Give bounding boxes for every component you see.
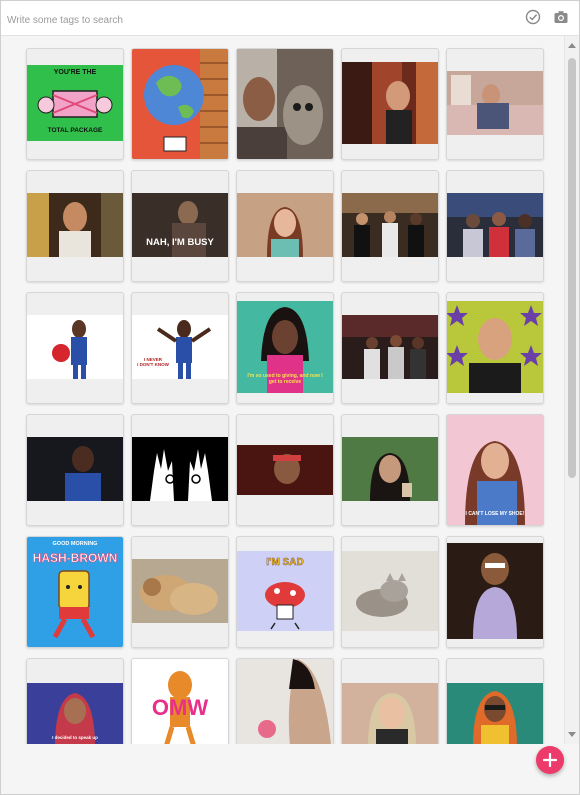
gif-tile[interactable] <box>446 48 544 160</box>
gif-caption: I'm so used to giving, and now I get to … <box>247 373 323 385</box>
gif-tile[interactable] <box>26 414 124 526</box>
gif-caption-main: HASH-BROWN <box>32 551 118 566</box>
gif-tile[interactable] <box>236 48 334 160</box>
gif-caption: I decided to speak up <box>52 735 98 740</box>
search-bar <box>1 1 579 36</box>
gif-caption-top: GOOD MORNING <box>52 541 98 547</box>
gif-caption-top: YOU'RE THE <box>53 69 97 76</box>
gif-thumbnail: OMW <box>132 659 228 744</box>
gif-tile[interactable] <box>446 170 544 282</box>
search-input[interactable] <box>5 10 489 30</box>
gif-thumbnail <box>447 301 543 393</box>
gif-thumbnail <box>447 543 543 639</box>
gif-tile[interactable]: GOOD MORNING HASH-BROWN <box>26 536 124 648</box>
gif-caption: NAH, I'M BUSY <box>146 237 214 248</box>
gif-tile[interactable] <box>341 536 439 648</box>
gif-thumbnail <box>27 193 123 257</box>
scroll-up-arrow-icon[interactable] <box>568 43 576 48</box>
gif-tile[interactable] <box>26 292 124 404</box>
gif-caption: I NEVER I DON'T KNOW <box>137 357 169 368</box>
gif-thumbnail <box>132 559 228 623</box>
gif-tile[interactable]: I'm so used to giving, and now I get to … <box>236 292 334 404</box>
gif-tile[interactable] <box>446 658 544 744</box>
gif-thumbnail <box>342 551 438 631</box>
gif-tile[interactable] <box>26 170 124 282</box>
gif-tile[interactable]: I'M SAD <box>236 536 334 648</box>
gif-thumbnail <box>237 49 333 159</box>
gif-tile[interactable] <box>341 170 439 282</box>
gif-thumbnail: YOU'RE THE TOTAL PACKAGE <box>27 65 123 141</box>
gif-caption-bottom: TOTAL PACKAGE <box>47 127 103 134</box>
gif-caption: I'M SAD <box>266 557 304 568</box>
gif-thumbnail <box>132 437 228 501</box>
check-circle-icon[interactable] <box>523 7 543 27</box>
gif-thumbnail <box>27 315 123 379</box>
gif-tile[interactable] <box>341 292 439 404</box>
gif-tile[interactable] <box>341 658 439 744</box>
gif-caption: I CAN'T LOSE MY SHOE! <box>465 511 525 517</box>
gif-thumbnail <box>447 193 543 257</box>
gif-tile[interactable] <box>131 536 229 648</box>
gif-thumbnail <box>27 437 123 501</box>
scroll-down-arrow-icon[interactable] <box>568 732 576 737</box>
camera-icon[interactable] <box>551 7 571 27</box>
gif-thumbnail: I NEVER I DON'T KNOW <box>132 315 228 379</box>
gif-thumbnail <box>342 437 438 501</box>
gif-thumbnail <box>237 445 333 495</box>
gif-tile[interactable]: NAH, I'M BUSY <box>131 170 229 282</box>
gif-grid: YOU'RE THE TOTAL PACKAGE NAH, I'M BUSY I… <box>1 36 563 744</box>
gif-thumbnail: GOOD MORNING HASH-BROWN <box>27 537 123 647</box>
gif-tile[interactable] <box>131 48 229 160</box>
gif-tile[interactable] <box>341 414 439 526</box>
scrollbar[interactable] <box>564 36 579 744</box>
gif-tile[interactable]: I decided to speak up <box>26 658 124 744</box>
gif-thumbnail: I'm so used to giving, and now I get to … <box>237 301 333 393</box>
gif-thumbnail: I CAN'T LOSE MY SHOE! <box>447 415 543 525</box>
gif-thumbnail <box>237 193 333 257</box>
gif-tile[interactable]: OMW <box>131 658 229 744</box>
plus-icon <box>543 753 557 767</box>
gif-thumbnail: I decided to speak up <box>27 683 123 744</box>
gif-tile[interactable]: YOU'RE THE TOTAL PACKAGE <box>26 48 124 160</box>
gif-thumbnail <box>237 659 333 744</box>
gif-tile[interactable] <box>341 48 439 160</box>
gif-tile[interactable] <box>236 170 334 282</box>
gif-thumbnail <box>447 71 543 135</box>
gif-tile[interactable]: I NEVER I DON'T KNOW <box>131 292 229 404</box>
gif-thumbnail <box>342 315 438 379</box>
gif-thumbnail <box>342 683 438 744</box>
gif-tile[interactable] <box>446 292 544 404</box>
add-button[interactable] <box>536 746 564 774</box>
gif-thumbnail: I'M SAD <box>237 551 333 631</box>
gif-thumbnail: NAH, I'M BUSY <box>132 193 228 257</box>
gif-thumbnail <box>447 683 543 744</box>
app-window: YOU'RE THE TOTAL PACKAGE <box>0 0 580 795</box>
gif-thumbnail <box>342 62 438 144</box>
gif-tile[interactable] <box>131 414 229 526</box>
gif-thumbnail <box>342 193 438 257</box>
gif-tile[interactable] <box>236 414 334 526</box>
gif-caption: OMW <box>151 695 209 720</box>
gif-tile[interactable] <box>236 658 334 744</box>
gif-thumbnail <box>132 49 228 159</box>
gif-tile[interactable]: I CAN'T LOSE MY SHOE! <box>446 414 544 526</box>
scrollbar-thumb[interactable] <box>568 58 576 478</box>
gif-tile[interactable] <box>446 536 544 648</box>
